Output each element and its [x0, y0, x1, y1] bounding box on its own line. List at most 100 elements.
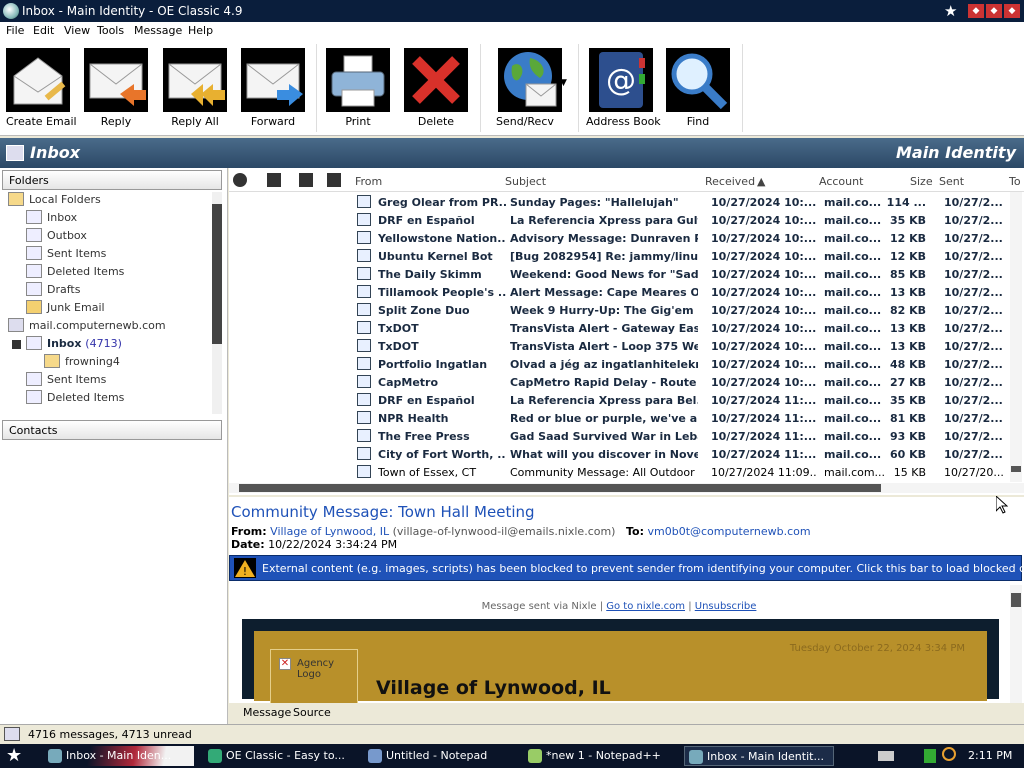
scrollbar-thumb[interactable] — [1011, 466, 1021, 472]
cell-received: 10/27/2024 10:... — [711, 322, 817, 335]
priority-column-icon[interactable] — [233, 173, 247, 187]
to-email[interactable]: vm0b0t@computernewb.com — [647, 525, 810, 538]
cell-size: 15 KB — [893, 466, 926, 479]
menu-edit[interactable]: Edit — [33, 24, 54, 37]
cell-size: 114 ... — [886, 196, 926, 209]
table-row[interactable]: City of Fort Worth, ... What will you dis… — [355, 445, 1010, 463]
menu-help[interactable]: Help — [188, 24, 213, 37]
table-row[interactable]: TxDOT TransVista Alert - Loop 375 We... 10… — [355, 337, 1010, 355]
find-button[interactable]: Find — [666, 48, 730, 134]
column-size[interactable]: Size — [910, 175, 933, 188]
table-row[interactable]: Town of Essex, CT Community Message: All … — [355, 463, 1010, 481]
taskbar-item-oe-classic[interactable]: OE Classic - Easy to... — [204, 746, 354, 766]
column-account[interactable]: Account — [819, 175, 863, 188]
table-row[interactable]: Yellowstone Nation... Advisory Message: D… — [355, 229, 1010, 247]
scrollbar-thumb[interactable] — [239, 484, 881, 492]
taskbar-item-notepad[interactable]: Untitled - Notepad — [364, 746, 514, 766]
flag-column-icon[interactable] — [299, 173, 313, 187]
minimize-button[interactable]: ◆ — [968, 4, 984, 18]
oe-icon — [689, 750, 703, 764]
from-name[interactable]: Village of Lynwood, IL — [270, 525, 389, 538]
reply-all-button[interactable]: Reply All — [163, 48, 227, 134]
network-icon[interactable] — [924, 749, 936, 763]
folder-account-inbox[interactable]: Inbox (4713) — [26, 336, 122, 354]
folder-inbox[interactable]: Inbox — [26, 210, 77, 228]
table-row[interactable]: The Daily Skimm Weekend: Good News for "S… — [355, 265, 1010, 283]
blocked-content-text: External content (e.g. images, scripts) … — [262, 562, 1024, 575]
folder-frowning4[interactable]: frowning4 — [44, 354, 120, 372]
folder-outbox[interactable]: Outbox — [26, 228, 87, 246]
scrollbar-thumb[interactable] — [1011, 593, 1021, 607]
tab-message[interactable]: Message — [243, 706, 291, 719]
menu-view[interactable]: View — [64, 24, 90, 37]
table-row[interactable]: Portfolio Ingatlan Olvad a jég az ingatla… — [355, 355, 1010, 373]
address-book-button[interactable]: @ Address Book — [586, 48, 661, 134]
folder-account-sent-items[interactable]: Sent Items — [26, 372, 106, 390]
table-row[interactable]: NPR Health Red or blue or purple, we've a… — [355, 409, 1010, 427]
send-recv-label: Send/Recv — [496, 115, 554, 128]
cell-subject: [Bug 2082954] Re: jammy/linu... — [510, 250, 698, 263]
delete-button[interactable]: Delete — [404, 48, 468, 134]
scrollbar-thumb[interactable] — [212, 204, 222, 344]
reply-button[interactable]: Reply — [84, 48, 148, 134]
tab-source[interactable]: Source — [293, 706, 331, 719]
goto-nixle-link[interactable]: Go to nixle.com — [606, 601, 685, 612]
taskbar-item-notepad-plus[interactable]: *new 1 - Notepad++ — [524, 746, 674, 766]
message-list-hscroll[interactable] — [229, 483, 1024, 493]
taskbar-item-inbox[interactable]: Inbox - Main Iden... — [44, 746, 194, 766]
table-row[interactable]: Split Zone Duo Week 9 Hurry-Up: The Gig'e… — [355, 301, 1010, 319]
close-button[interactable]: ◆ — [1004, 4, 1020, 18]
print-button[interactable]: Print — [326, 48, 390, 134]
table-row[interactable]: CapMetro CapMetro Rapid Delay - Route ...… — [355, 373, 1010, 391]
collapse-icon[interactable] — [12, 340, 21, 349]
column-received[interactable]: Received — [705, 175, 755, 188]
cell-subject: Gad Saad Survived War in Leba... — [510, 430, 698, 443]
contacts-header[interactable]: Contacts — [2, 420, 222, 440]
menu-message[interactable]: Message — [134, 24, 182, 37]
chevron-down-icon[interactable]: ▼ — [560, 78, 567, 88]
table-row[interactable]: Tillamook People's ... Alert Message: Cap… — [355, 283, 1010, 301]
column-from[interactable]: From — [355, 175, 382, 188]
table-row[interactable]: Ubuntu Kernel Bot [Bug 2082954] Re: jammy… — [355, 247, 1010, 265]
create-email-button[interactable]: Create Email — [6, 48, 77, 134]
menu-tools[interactable]: Tools — [97, 24, 124, 37]
unsubscribe-link[interactable]: Unsubscribe — [695, 601, 757, 612]
folder-local-folders[interactable]: Local Folders — [8, 192, 101, 210]
clock: 2:11 PM — [968, 749, 1013, 762]
table-row[interactable]: The Free Press Gad Saad Survived War in L… — [355, 427, 1010, 445]
menu-file[interactable]: File — [6, 24, 24, 37]
column-sent[interactable]: Sent — [939, 175, 964, 188]
envelope-icon — [357, 195, 371, 208]
star-icon[interactable]: ★ — [944, 2, 957, 20]
folder-deleted-items[interactable]: Deleted Items — [26, 264, 124, 282]
account-mail-computernewb[interactable]: mail.computernewb.com — [8, 318, 166, 336]
start-star-icon[interactable]: ★ — [6, 745, 22, 766]
folder-account-deleted-items[interactable]: Deleted Items — [26, 390, 124, 408]
folder-sent-items[interactable]: Sent Items — [26, 246, 106, 264]
blocked-content-bar[interactable]: ! External content (e.g. images, scripts… — [229, 555, 1024, 581]
table-row[interactable]: TxDOT TransVista Alert - Gateway Eas... 10… — [355, 319, 1010, 337]
cell-subject: Weekend: Good News for "Sad ... — [510, 268, 698, 281]
search-icon[interactable] — [942, 747, 956, 761]
reply-label: Reply — [100, 115, 132, 128]
maximize-button[interactable]: ◆ — [986, 4, 1002, 18]
keyboard-icon[interactable] — [878, 751, 894, 761]
forward-button[interactable]: Forward — [241, 48, 305, 134]
column-to[interactable]: To — [1009, 175, 1021, 188]
message-list-vscroll[interactable] — [1010, 192, 1022, 482]
preview-vscroll[interactable] — [1010, 585, 1022, 703]
attachment-column-icon[interactable] — [267, 173, 281, 187]
folder-drafts[interactable]: Drafts — [26, 282, 80, 300]
folder-junk-email[interactable]: Junk Email — [26, 300, 105, 318]
column-subject[interactable]: Subject — [505, 175, 546, 188]
cell-sent: 10/27/2... — [944, 304, 1003, 317]
watch-column-icon[interactable] — [327, 173, 341, 187]
send-recv-button[interactable]: ▼ Send/Recv — [490, 48, 570, 134]
header-identity-name: Main Identity — [895, 143, 1016, 162]
folders-scrollbar[interactable] — [212, 192, 222, 414]
table-row[interactable]: DRF en Español La Referencia Xpress para … — [355, 391, 1010, 409]
table-row[interactable]: DRF en Español La Referencia Xpress para … — [355, 211, 1010, 229]
folder-icon — [44, 354, 60, 368]
taskbar-item-inbox-active[interactable]: Inbox - Main Identit... — [684, 746, 834, 766]
table-row[interactable]: Greg Olear from PR... Sunday Pages: "Hall… — [355, 193, 1010, 211]
